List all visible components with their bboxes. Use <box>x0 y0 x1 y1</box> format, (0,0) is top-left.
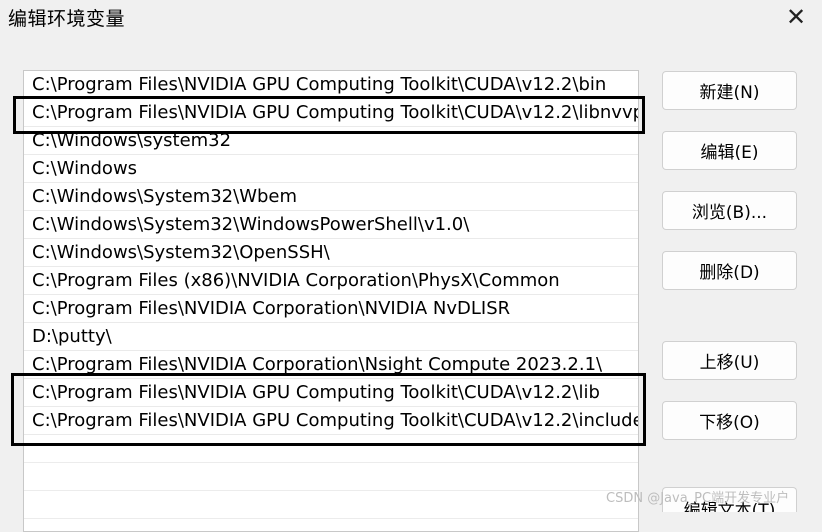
list-item-empty[interactable] <box>24 491 638 519</box>
list-item[interactable]: D:\putty\ <box>24 323 638 351</box>
list-item[interactable]: C:\Windows\System32\WindowsPowerShell\v1… <box>24 211 638 239</box>
list-item[interactable]: C:\Program Files\NVIDIA Corporation\Nsig… <box>24 351 638 379</box>
list-item[interactable]: C:\Windows\System32\Wbem <box>24 183 638 211</box>
list-item-empty[interactable] <box>24 463 638 491</box>
watermark: CSDN @Java_PC端开发专业户 <box>606 491 790 506</box>
move-up-button[interactable]: 上移(U) <box>662 341 797 380</box>
list-item[interactable]: C:\Program Files (x86)\NVIDIA Corporatio… <box>24 267 638 295</box>
path-list[interactable]: C:\Program Files\NVIDIA GPU Computing To… <box>23 70 639 532</box>
list-item[interactable]: C:\Windows\System32\OpenSSH\ <box>24 239 638 267</box>
list-item[interactable]: C:\Windows\system32 <box>24 127 638 155</box>
list-item[interactable]: C:\Program Files\NVIDIA Corporation\NVID… <box>24 295 638 323</box>
browse-button[interactable]: 浏览(B)... <box>662 191 797 230</box>
new-button[interactable]: 新建(N) <box>662 71 797 110</box>
move-down-button[interactable]: 下移(O) <box>662 401 797 440</box>
list-item[interactable]: C:\Program Files\NVIDIA GPU Computing To… <box>24 71 638 99</box>
list-item[interactable]: C:\Program Files\NVIDIA GPU Computing To… <box>24 99 638 127</box>
list-item[interactable]: C:\Program Files\NVIDIA GPU Computing To… <box>24 407 638 435</box>
delete-button[interactable]: 删除(D) <box>662 251 797 290</box>
edit-button[interactable]: 编辑(E) <box>662 131 797 170</box>
dialog-title: 编辑环境变量 <box>8 8 126 30</box>
list-item[interactable]: C:\Program Files\NVIDIA GPU Computing To… <box>24 379 638 407</box>
list-item[interactable]: C:\Windows <box>24 155 638 183</box>
list-item-empty[interactable] <box>24 435 638 463</box>
close-icon[interactable]: ✕ <box>780 2 812 32</box>
